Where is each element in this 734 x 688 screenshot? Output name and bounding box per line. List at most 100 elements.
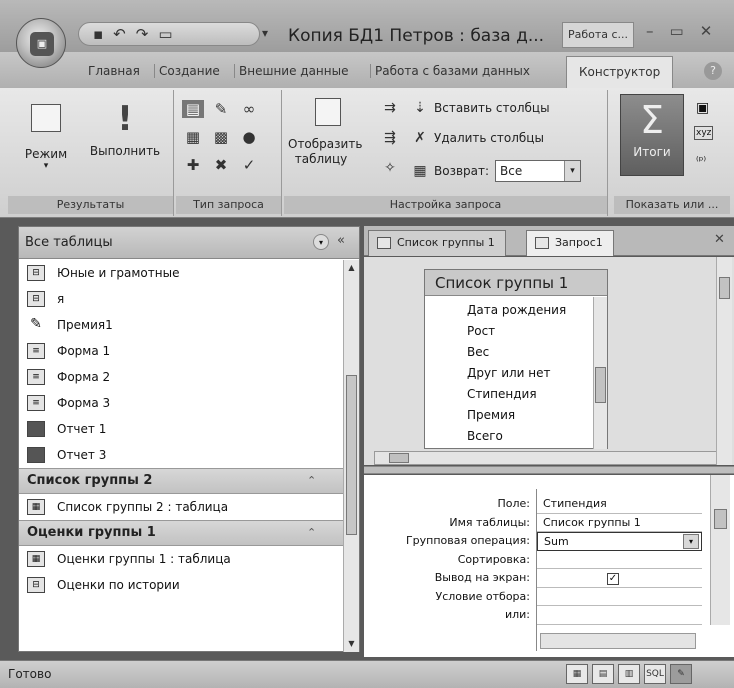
scroll-thumb[interactable] bbox=[719, 277, 730, 299]
upper-vertical-scrollbar[interactable] bbox=[716, 257, 732, 465]
nav-item-report[interactable]: Отчет 1 bbox=[19, 416, 343, 442]
scroll-up-icon[interactable]: ▲ bbox=[344, 260, 359, 276]
table-field-list[interactable]: Список группы 1 Дата рождения Рост Вес Д… bbox=[424, 269, 608, 449]
scroll-thumb[interactable] bbox=[714, 509, 727, 529]
data-definition-icon[interactable]: ✓ bbox=[238, 156, 260, 174]
nav-item-report[interactable]: Отчет 3 bbox=[19, 442, 343, 468]
office-button[interactable]: ▣ bbox=[16, 18, 66, 68]
update-query-icon[interactable]: ✎ bbox=[210, 100, 232, 118]
tab-create[interactable]: Создание bbox=[154, 64, 220, 78]
delete-rows-icon-button[interactable]: ⇶ bbox=[382, 130, 398, 146]
field-item[interactable]: Всего bbox=[467, 426, 607, 447]
nav-item-form[interactable]: ≡ Форма 3 bbox=[19, 390, 343, 416]
field-item[interactable]: Стипендия bbox=[467, 384, 607, 405]
nav-item-query[interactable]: ⊟ Юные и грамотные bbox=[19, 260, 343, 286]
nav-group-header[interactable]: Оценки группы 1 ⌃ bbox=[19, 520, 343, 546]
nav-item-table[interactable]: ▦ Оценки группы 1 : таблица bbox=[19, 546, 343, 572]
table-names-icon[interactable]: xyz bbox=[694, 126, 714, 140]
delete-columns-button[interactable]: ✗ Удалить столбцы bbox=[412, 130, 544, 146]
close-icon[interactable]: ✕ bbox=[700, 22, 713, 40]
chevron-up-icon[interactable]: ⌃ bbox=[307, 521, 316, 545]
tab-home[interactable]: Главная bbox=[88, 64, 140, 78]
nav-header[interactable]: Все таблицы ▾ « bbox=[19, 227, 359, 259]
tab-database-tools[interactable]: Работа с базами данных bbox=[370, 64, 530, 78]
nav-item-table[interactable]: ▦ Список группы 2 : таблица bbox=[19, 494, 343, 520]
undo-icon[interactable]: ↶ bbox=[113, 25, 126, 43]
grid-horizontal-scrollbar[interactable] bbox=[540, 633, 696, 649]
builder-icon: ✧ bbox=[384, 160, 396, 176]
field-item[interactable]: Друг или нет bbox=[467, 363, 607, 384]
maximize-icon[interactable]: ▭ bbox=[670, 22, 684, 40]
chevron-down-icon[interactable]: ▾ bbox=[313, 234, 329, 250]
totals-button[interactable]: Σ Итоги bbox=[620, 94, 684, 176]
nav-group-label: Оценки группы 1 bbox=[27, 525, 156, 540]
collapse-pane-icon[interactable]: « bbox=[337, 233, 345, 248]
make-table-icon[interactable]: ▦ bbox=[182, 128, 204, 146]
tab-query1[interactable]: Запрос1 bbox=[526, 230, 614, 256]
nav-scrollbar[interactable]: ▲ ▼ bbox=[343, 260, 359, 652]
upper-horizontal-scrollbar[interactable] bbox=[374, 451, 718, 465]
nav-item-update-query[interactable]: ✎ Премия1 bbox=[19, 312, 343, 338]
save-icon[interactable]: ▪ bbox=[93, 25, 103, 43]
field-list-scrollbar[interactable] bbox=[593, 297, 607, 449]
grid-vertical-scrollbar[interactable] bbox=[710, 475, 730, 625]
nav-item-form[interactable]: ≡ Форма 1 bbox=[19, 338, 343, 364]
scroll-thumb[interactable] bbox=[595, 367, 606, 403]
tab-table-list[interactable]: Список группы 1 bbox=[368, 230, 506, 256]
builder-icon-button[interactable]: ✧ bbox=[382, 160, 398, 176]
run-button[interactable]: ! Выполнить bbox=[82, 102, 168, 158]
nav-item-query[interactable]: ⊟ Оценки по истории bbox=[19, 572, 343, 598]
union-query-icon[interactable]: ∞ bbox=[238, 100, 260, 118]
pass-through-icon[interactable]: ● bbox=[238, 128, 260, 146]
or-cell[interactable] bbox=[537, 606, 702, 625]
nav-item-label: Список группы 2 : таблица bbox=[57, 500, 229, 514]
query-icon: ⊟ bbox=[27, 265, 45, 281]
tab-external-data[interactable]: Внешние данные bbox=[234, 64, 348, 78]
sql-view-button[interactable]: SQL bbox=[644, 664, 666, 684]
show-checkbox[interactable]: ✓ bbox=[607, 573, 619, 585]
nav-item-query[interactable]: ⊟ я bbox=[19, 286, 343, 312]
pane-splitter[interactable] bbox=[364, 466, 734, 474]
field-item[interactable]: Вес bbox=[467, 342, 607, 363]
field-cell[interactable]: Стипендия bbox=[537, 495, 702, 514]
append-query-icon[interactable]: ✚ bbox=[182, 156, 204, 174]
field-item[interactable]: Премия bbox=[467, 405, 607, 426]
delete-query-icon[interactable]: ✖ bbox=[210, 156, 232, 174]
scroll-thumb[interactable] bbox=[389, 453, 409, 463]
nav-item-form[interactable]: ≡ Форма 2 bbox=[19, 364, 343, 390]
help-icon[interactable]: ? bbox=[704, 62, 722, 80]
view-mode-button[interactable]: Режим ▾ bbox=[20, 104, 72, 171]
chevron-down-icon[interactable]: ▾ bbox=[683, 534, 699, 549]
sort-cell[interactable] bbox=[537, 551, 702, 569]
pivot-table-icon[interactable]: ▤ bbox=[592, 664, 614, 684]
tab-design[interactable]: Конструктор bbox=[566, 56, 674, 88]
select-query-icon[interactable]: ▤ bbox=[182, 100, 204, 118]
parameters-icon[interactable]: ⁽ᵖ⁾ bbox=[696, 154, 706, 167]
new-document-icon[interactable]: ▭ bbox=[158, 25, 172, 43]
scroll-thumb[interactable] bbox=[346, 375, 357, 535]
insert-rows-icon-button[interactable]: ⇉ bbox=[382, 100, 398, 116]
criteria-cell[interactable] bbox=[537, 588, 702, 606]
field-item[interactable]: Дата рождения bbox=[467, 300, 607, 321]
chevron-up-icon[interactable]: ⌃ bbox=[307, 469, 316, 493]
qat-customize-icon[interactable]: ▾ bbox=[262, 26, 268, 40]
pivot-chart-icon[interactable]: ▥ bbox=[618, 664, 640, 684]
property-sheet-icon[interactable]: ▣ bbox=[696, 100, 709, 116]
minimize-icon[interactable]: – bbox=[646, 22, 654, 40]
return-select[interactable]: Все ▾ bbox=[495, 160, 582, 182]
close-document-icon[interactable]: ✕ bbox=[714, 232, 725, 247]
show-table-button[interactable]: Отобразить таблицу bbox=[288, 98, 362, 167]
nav-group-header[interactable]: Список группы 2 ⌃ bbox=[19, 468, 343, 494]
datasheet-view-icon[interactable]: ▦ bbox=[566, 664, 588, 684]
field-list-title[interactable]: Список группы 1 bbox=[425, 270, 607, 296]
group-op-cell[interactable]: Sum ▾ bbox=[537, 532, 702, 551]
scroll-down-icon[interactable]: ▼ bbox=[344, 636, 359, 652]
table-cell[interactable]: Список группы 1 bbox=[537, 514, 702, 532]
insert-columns-button[interactable]: ⇣ Вставить столбцы bbox=[412, 100, 549, 116]
redo-icon[interactable]: ↷ bbox=[136, 25, 149, 43]
field-item[interactable]: Рост bbox=[467, 321, 607, 342]
design-view-icon[interactable]: ✎ bbox=[670, 664, 692, 684]
crosstab-icon[interactable]: ▩ bbox=[210, 128, 232, 146]
chevron-down-icon: ▾ bbox=[43, 161, 49, 171]
quick-access-toolbar: ▪ ↶ ↷ ▭ bbox=[78, 22, 260, 46]
